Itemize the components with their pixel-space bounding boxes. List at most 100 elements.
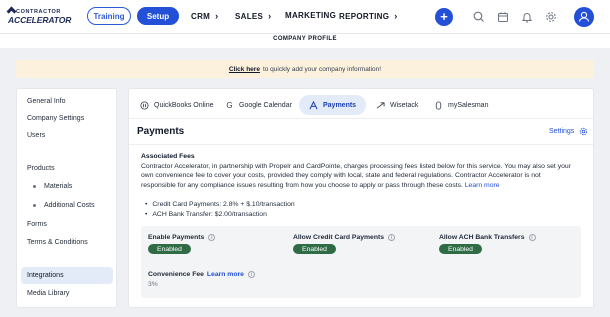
allow-credit-card-setting: Allow Credit Card Payments i Enabled [293,234,396,254]
tab-mysalesman[interactable]: mySalesman [428,95,494,115]
menu-marketing[interactable]: MARKETING [285,11,336,20]
tab-payments[interactable]: Payments [299,95,367,115]
sidebar-item-label: Users [27,132,46,139]
top-navigation: CONTRACTOR ACCELERATOR Training Setup CR… [0,0,610,34]
fee-list: Credit Card Payments: 2.8% + $.10/transa… [145,200,295,220]
info-banner: Click here to quickly add your company i… [16,60,594,78]
sidebar-item-label: Materials [44,183,73,190]
sidebar-item-label: Forms [27,221,47,228]
bullet-icon [33,185,36,188]
chevron-right-icon: › [268,11,272,21]
settings-label: Settings [549,128,575,135]
fees-description-text: Contractor Accelerator, in partnership w… [141,163,571,189]
wisetack-icon [376,101,385,109]
chevron-right-icon: › [215,11,219,21]
gear-icon [580,127,588,136]
google-icon: G [226,100,233,110]
sidebar: General Info Company Settings Users Prod… [16,88,117,308]
allow-credit-card-label: Allow Credit Card Payments i [293,234,396,241]
sidebar-item-label: Additional Costs [44,202,95,209]
banner-link[interactable]: Click here [229,66,260,73]
brand-logo[interactable]: CONTRACTOR ACCELERATOR [6,6,86,27]
avatar[interactable] [574,7,594,27]
brand-line-2: ACCELERATOR [8,15,72,25]
bullet-icon [33,204,36,207]
fee-item-ach: ACH Bank Transfer: $2.00/transaction [145,210,295,220]
mysalesman-icon [435,100,442,110]
banner-text: to quickly add your company information! [262,65,382,73]
setup-button[interactable]: Setup [137,7,179,25]
status-badge[interactable]: Enabled [439,244,482,254]
sidebar-item-additional-costs[interactable]: Additional Costs [17,197,118,214]
plus-icon[interactable]: + [435,8,453,26]
tab-label: Google Calendar [239,101,292,109]
sidebar-item-forms[interactable]: Forms [17,216,118,233]
menu-reporting-label: REPORTING [339,11,390,21]
tab-quickbooks-online[interactable]: QuickBooks Online [134,95,220,115]
sidebar-item-users[interactable]: Users [17,127,118,144]
learn-more-link[interactable]: Learn more [465,182,500,189]
gear-icon[interactable] [544,10,558,24]
tab-label: QuickBooks Online [154,101,214,109]
sidebar-item-label: General Info [27,98,66,105]
tab-label: Wisetack [390,101,419,109]
sidebar-item-products[interactable]: Products [17,160,118,177]
option-label: Allow ACH Bank Transfers [439,234,525,241]
bell-icon[interactable] [520,10,534,24]
tab-label: mySalesman [448,101,489,109]
tab-wisetack[interactable]: Wisetack [370,95,424,115]
convenience-fee-learn-more-link[interactable]: Learn more [207,271,244,278]
quickbooks-icon [140,100,149,110]
info-icon[interactable]: i [247,271,255,278]
menu-reporting[interactable]: REPORTING › [339,11,398,21]
sidebar-item-label: Integrations [27,272,64,279]
title-divider [129,144,593,145]
convenience-fee-value: 3% [148,281,158,288]
sidebar-item-general-info[interactable]: General Info [17,93,118,110]
associated-fees-heading: Associated Fees [141,153,195,160]
allow-ach-label: Allow ACH Bank Transfers i [439,234,536,241]
tab-label: Payments [323,101,357,109]
allow-ach-setting: Allow ACH Bank Transfers i Enabled [439,234,536,254]
sidebar-item-label: Media Library [27,290,70,297]
enable-payments-setting: Enable Payments i Enabled [148,234,216,254]
user-icon [578,11,590,22]
sidebar-item-materials[interactable]: Materials [17,178,118,195]
settings-link[interactable]: Settings [549,127,588,136]
sidebar-item-integrations[interactable]: Integrations [21,267,113,284]
menu-sales-label: SALES [235,11,264,21]
sidebar-item-terms-conditions[interactable]: Terms & Conditions [17,234,118,251]
sidebar-item-label: Terms & Conditions [27,239,88,246]
menu-crm[interactable]: CRM › [191,11,218,21]
sidebar-item-label: Products [27,165,55,172]
info-icon[interactable]: i [208,234,216,241]
panel-title: Payments [137,126,185,137]
chevron-right-icon: › [394,11,398,21]
option-label: Enable Payments [148,234,205,241]
sidebar-item-media-library[interactable]: Media Library [17,285,118,302]
associated-fees-description: Contractor Accelerator, in partnership w… [141,162,573,190]
training-button[interactable]: Training [87,7,131,25]
info-icon[interactable]: i [528,234,536,241]
payments-icon [309,100,318,109]
sidebar-item-label: Company Settings [27,115,85,122]
payment-settings-box: Enable Payments i Enabled Allow Credit C… [141,226,581,298]
convenience-fee-label: Convenience Fee Learn more i [148,271,255,278]
status-badge[interactable]: Enabled [148,244,191,254]
info-icon[interactable]: i [388,234,396,241]
page-header: COMPANY PROFILE [0,34,610,48]
integrations-panel: QuickBooks Online G Google Calendar Paym… [128,88,594,308]
sidebar-item-company-settings[interactable]: Company Settings [17,110,118,127]
tab-google-calendar[interactable]: G Google Calendar [219,95,298,115]
calendar-icon[interactable] [496,10,510,24]
fee-item-credit-card: Credit Card Payments: 2.8% + $.10/transa… [145,200,294,210]
status-badge[interactable]: Enabled [293,244,336,254]
enable-payments-label: Enable Payments i [148,234,216,241]
option-label: Allow Credit Card Payments [293,234,385,241]
convenience-fee-text: Convenience Fee [148,271,204,278]
page-title: COMPANY PROFILE [273,36,337,42]
menu-sales[interactable]: SALES › [235,11,271,21]
search-icon[interactable] [472,10,486,24]
tab-divider [129,118,593,119]
menu-marketing-label: MARKETING [285,11,337,20]
